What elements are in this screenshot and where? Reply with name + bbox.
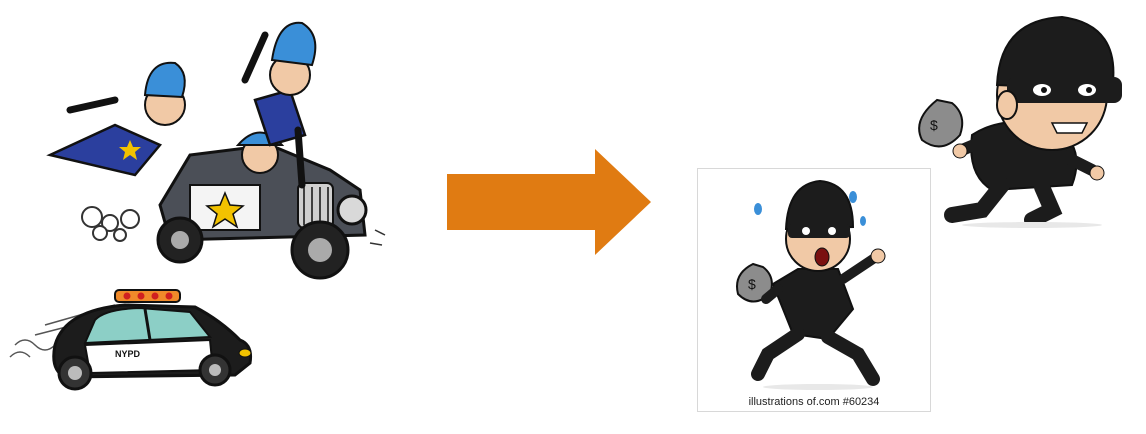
- cops-chasing-image: [40, 5, 390, 290]
- running-robber-icon: $: [736, 179, 886, 390]
- police-officers-chasing-icon: [46, 21, 386, 280]
- bag-dollar-sign: $: [748, 276, 756, 292]
- running-burglar-icon: $: [918, 15, 1122, 228]
- image-credit-caption: illustrations of.com #60234: [748, 396, 880, 408]
- police-car-icon: NYPD: [9, 289, 252, 391]
- burglar-running-image: $: [912, 15, 1144, 230]
- right-arrow-icon: [447, 149, 651, 255]
- police-car-image: NYPD: [5, 285, 270, 400]
- direction-arrow: [445, 148, 655, 256]
- robber-running-image: $ illustrations of.com #60234: [697, 168, 931, 412]
- nypd-text: NYPD: [115, 349, 141, 359]
- bag-dollar-sign-right: $: [930, 117, 938, 133]
